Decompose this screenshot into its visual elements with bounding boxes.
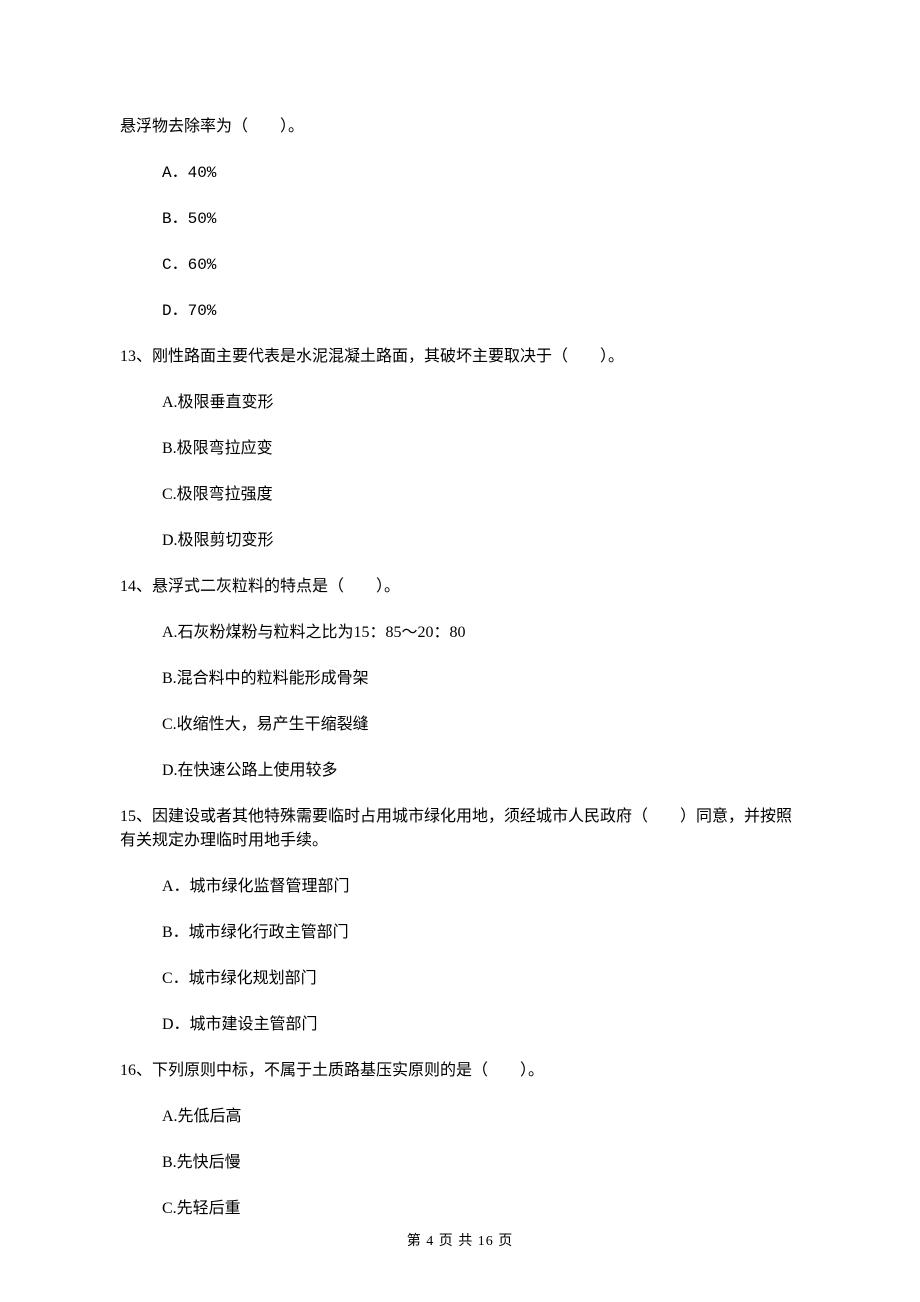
question-15-option-a: A．城市绿化监督管理部门 bbox=[120, 875, 800, 899]
question-13-option-c: C.极限弯拉强度 bbox=[120, 483, 800, 507]
question-14-stem: 14、悬浮式二灰粒料的特点是（ ）。 bbox=[120, 575, 800, 599]
question-12-option-b: B．50% bbox=[120, 207, 800, 231]
question-13-option-d: D.极限剪切变形 bbox=[120, 529, 800, 553]
question-12-stem-continuation: 悬浮物去除率为（ ）。 bbox=[120, 115, 800, 139]
question-13-stem: 13、刚性路面主要代表是水泥混凝土路面，其破坏主要取决于（ ）。 bbox=[120, 345, 800, 369]
question-14-option-b: B.混合料中的粒料能形成骨架 bbox=[120, 667, 800, 691]
question-13-option-a: A.极限垂直变形 bbox=[120, 391, 800, 415]
question-12-option-c: C．60% bbox=[120, 253, 800, 277]
question-15-option-d: D．城市建设主管部门 bbox=[120, 1013, 800, 1037]
question-14-option-c: C.收缩性大，易产生干缩裂缝 bbox=[120, 713, 800, 737]
question-15-option-b: B．城市绿化行政主管部门 bbox=[120, 921, 800, 945]
question-16-option-b: B.先快后慢 bbox=[120, 1151, 800, 1175]
question-16-stem: 16、下列原则中标，不属于土质路基压实原则的是（ ）。 bbox=[120, 1059, 800, 1083]
question-16-option-c: C.先轻后重 bbox=[120, 1197, 800, 1221]
question-14-option-d: D.在快速公路上使用较多 bbox=[120, 759, 800, 783]
document-page: 悬浮物去除率为（ ）。 A．40% B．50% C．60% D．70% 13、刚… bbox=[0, 0, 920, 1302]
page-footer: 第 4 页 共 16 页 bbox=[0, 1230, 920, 1250]
question-15-stem: 15、因建设或者其他特殊需要临时占用城市绿化用地，须经城市人民政府（ ）同意，并… bbox=[120, 805, 800, 853]
question-14-option-a: A.石灰粉煤粉与粒料之比为15：85～20：80 bbox=[120, 621, 800, 645]
question-12-option-a: A．40% bbox=[120, 161, 800, 185]
content-area: 悬浮物去除率为（ ）。 A．40% B．50% C．60% D．70% 13、刚… bbox=[120, 115, 800, 1221]
question-16-option-a: A.先低后高 bbox=[120, 1105, 800, 1129]
question-13-option-b: B.极限弯拉应变 bbox=[120, 437, 800, 461]
question-12-option-d: D．70% bbox=[120, 299, 800, 323]
question-15-option-c: C．城市绿化规划部门 bbox=[120, 967, 800, 991]
